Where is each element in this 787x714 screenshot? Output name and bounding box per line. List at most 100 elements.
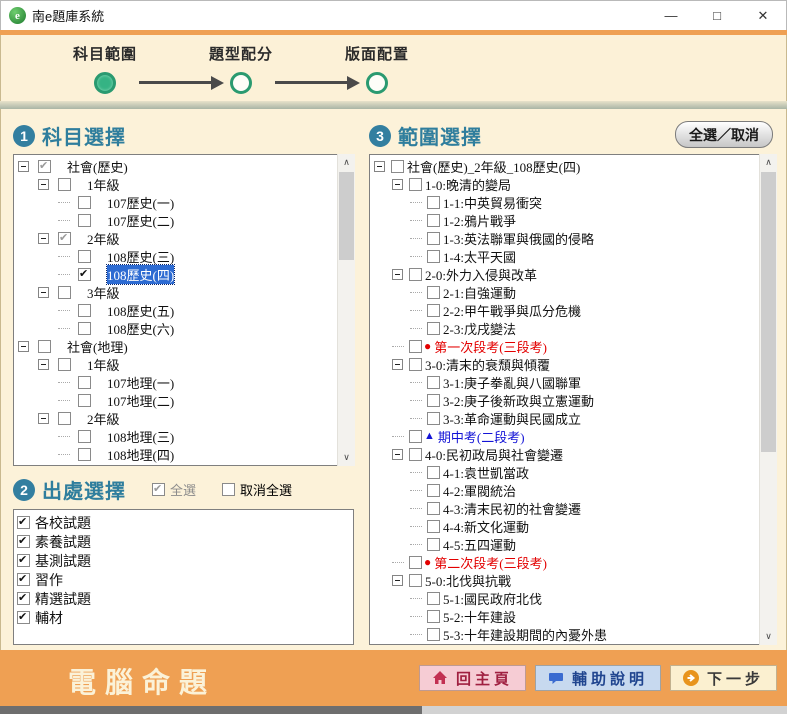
tree-row[interactable]: 3-2:庚子後新政與立憲運動: [370, 391, 758, 409]
deselect-all-box-icon[interactable]: [222, 483, 235, 496]
expander-minus-icon[interactable]: [392, 449, 403, 460]
tree-row[interactable]: 4-3:清末民初的社會變遷: [370, 499, 758, 517]
tree-row[interactable]: 3年級: [14, 283, 336, 301]
tree-checkbox[interactable]: [427, 322, 440, 335]
tree-checkbox[interactable]: [38, 340, 51, 353]
expander-minus-icon[interactable]: [38, 359, 49, 370]
tree-label[interactable]: 1-3:英法聯軍與俄國的侵略: [443, 229, 594, 248]
source-item[interactable]: 基測試題: [14, 551, 353, 570]
tree-checkbox[interactable]: [427, 304, 440, 317]
tree-label[interactable]: 期中考(二段考): [438, 427, 525, 446]
expander-minus-icon[interactable]: [392, 179, 403, 190]
tree-checkbox[interactable]: [427, 214, 440, 227]
expander-minus-icon[interactable]: [38, 413, 49, 424]
tree-row[interactable]: 2-1:自強運動: [370, 283, 758, 301]
tree-row[interactable]: 4-2:軍閥統治: [370, 481, 758, 499]
range-tree-scrollbar[interactable]: ∧ ∨: [759, 154, 777, 645]
tree-row[interactable]: 1年級: [14, 355, 336, 373]
tree-row[interactable]: 108地理(三): [14, 427, 336, 445]
tree-checkbox[interactable]: [58, 178, 71, 191]
tree-row[interactable]: 2-2:甲午戰爭與瓜分危機: [370, 301, 758, 319]
tree-label[interactable]: 5-3:十年建設期間的內憂外患: [443, 625, 607, 644]
source-checkbox[interactable]: [17, 516, 30, 529]
minimize-button[interactable]: —: [648, 1, 694, 30]
tree-checkbox[interactable]: [78, 250, 91, 263]
tree-label[interactable]: 107歷史(一): [107, 193, 174, 212]
tree-checkbox[interactable]: [58, 232, 71, 245]
tree-label[interactable]: 1-0:晚清的變局: [425, 175, 511, 194]
tree-checkbox[interactable]: [78, 448, 91, 461]
tree-label[interactable]: 第二次段考(三段考): [434, 553, 547, 572]
tree-label[interactable]: 4-5:五四運動: [443, 535, 516, 554]
subject-tree[interactable]: 社會(歷史)1年級107歷史(一)107歷史(二)2年級108歷史(三)108歷…: [13, 154, 354, 466]
tree-label[interactable]: 1-2:鴉片戰爭: [443, 211, 516, 230]
tree-label[interactable]: 5-0:北伐與抗戰: [425, 571, 511, 590]
tree-label[interactable]: 3-1:庚子拳亂與八國聯軍: [443, 373, 581, 392]
tree-checkbox[interactable]: [427, 502, 440, 515]
tree-checkbox[interactable]: [78, 394, 91, 407]
source-checkbox[interactable]: [17, 573, 30, 586]
tree-row[interactable]: 1-4:太平天國: [370, 247, 758, 265]
tree-label[interactable]: 2-1:自強運動: [443, 283, 516, 302]
scroll-up-icon[interactable]: ∧: [760, 154, 777, 171]
tree-checkbox[interactable]: [58, 466, 71, 467]
tree-row[interactable]: 4-5:五四運動: [370, 535, 758, 553]
tree-row[interactable]: ●第一次段考(三段考): [370, 337, 758, 355]
select-all-checkbox[interactable]: 全選: [152, 480, 196, 499]
tree-checkbox[interactable]: [78, 322, 91, 335]
tree-label[interactable]: 108歷史(三): [107, 247, 174, 266]
tree-row[interactable]: 5-2:十年建設: [370, 607, 758, 625]
tree-checkbox[interactable]: [391, 160, 404, 173]
tree-row[interactable]: 108歷史(四): [14, 265, 336, 283]
tree-label[interactable]: 4-2:軍閥統治: [443, 481, 516, 500]
tree-row[interactable]: 社會(地理): [14, 337, 336, 355]
scroll-down-icon[interactable]: ∨: [760, 628, 777, 645]
tree-row[interactable]: 社會(歷史)_2年級_108歷史(四): [370, 157, 758, 175]
step-2[interactable]: 題型配分: [201, 35, 281, 101]
expander-minus-icon[interactable]: [38, 233, 49, 244]
tree-checkbox[interactable]: [427, 394, 440, 407]
tree-row[interactable]: 2-3:戊戌變法: [370, 319, 758, 337]
source-checkbox[interactable]: [17, 554, 30, 567]
tree-row[interactable]: ▲期中考(二段考): [370, 427, 758, 445]
scrollbar-thumb[interactable]: [339, 172, 354, 260]
tree-label[interactable]: 108歷史(四): [107, 265, 174, 284]
deselect-all-label[interactable]: 取消全選: [240, 480, 292, 499]
tree-row[interactable]: 社會(歷史): [14, 157, 336, 175]
tree-label[interactable]: 第一次段考(三段考): [434, 337, 547, 356]
source-item[interactable]: 各校試題: [14, 513, 353, 532]
tree-checkbox[interactable]: [427, 412, 440, 425]
tree-checkbox[interactable]: [38, 160, 51, 173]
tree-label[interactable]: 1年級: [87, 175, 120, 194]
tree-checkbox[interactable]: [427, 520, 440, 533]
expander-minus-icon[interactable]: [392, 575, 403, 586]
source-item[interactable]: 精選試題: [14, 589, 353, 608]
tree-label[interactable]: 3年級: [87, 283, 120, 302]
tree-checkbox[interactable]: [427, 610, 440, 623]
tree-checkbox[interactable]: [427, 592, 440, 605]
scrollbar-thumb[interactable]: [761, 172, 776, 452]
expander-minus-icon[interactable]: [38, 179, 49, 190]
tree-row[interactable]: 1-1:中英貿易衝突: [370, 193, 758, 211]
tree-checkbox[interactable]: [427, 376, 440, 389]
select-all-label[interactable]: 全選: [170, 480, 196, 499]
tree-label[interactable]: 3-3:革命運動與民國成立: [443, 409, 581, 428]
tree-row[interactable]: 1-3:英法聯軍與俄國的侵略: [370, 229, 758, 247]
tree-checkbox[interactable]: [78, 376, 91, 389]
tree-label[interactable]: 107地理(一): [107, 373, 174, 392]
scroll-up-icon[interactable]: ∧: [338, 154, 355, 171]
tree-label[interactable]: 4-1:袁世凱當政: [443, 463, 529, 482]
source-checkbox[interactable]: [17, 611, 30, 624]
tree-checkbox[interactable]: [427, 250, 440, 263]
tree-row[interactable]: 1-2:鴉片戰爭: [370, 211, 758, 229]
tree-checkbox[interactable]: [409, 178, 422, 191]
tree-checkbox[interactable]: [409, 268, 422, 281]
select-all-box-icon[interactable]: [152, 483, 165, 496]
tree-row[interactable]: 4-0:民初政局與社會變遷: [370, 445, 758, 463]
expander-minus-icon[interactable]: [18, 341, 29, 352]
tree-checkbox[interactable]: [78, 214, 91, 227]
tree-row[interactable]: 5-0:北伐與抗戰: [370, 571, 758, 589]
tree-checkbox[interactable]: [78, 304, 91, 317]
expander-minus-icon[interactable]: [374, 161, 385, 172]
tree-checkbox[interactable]: [427, 232, 440, 245]
